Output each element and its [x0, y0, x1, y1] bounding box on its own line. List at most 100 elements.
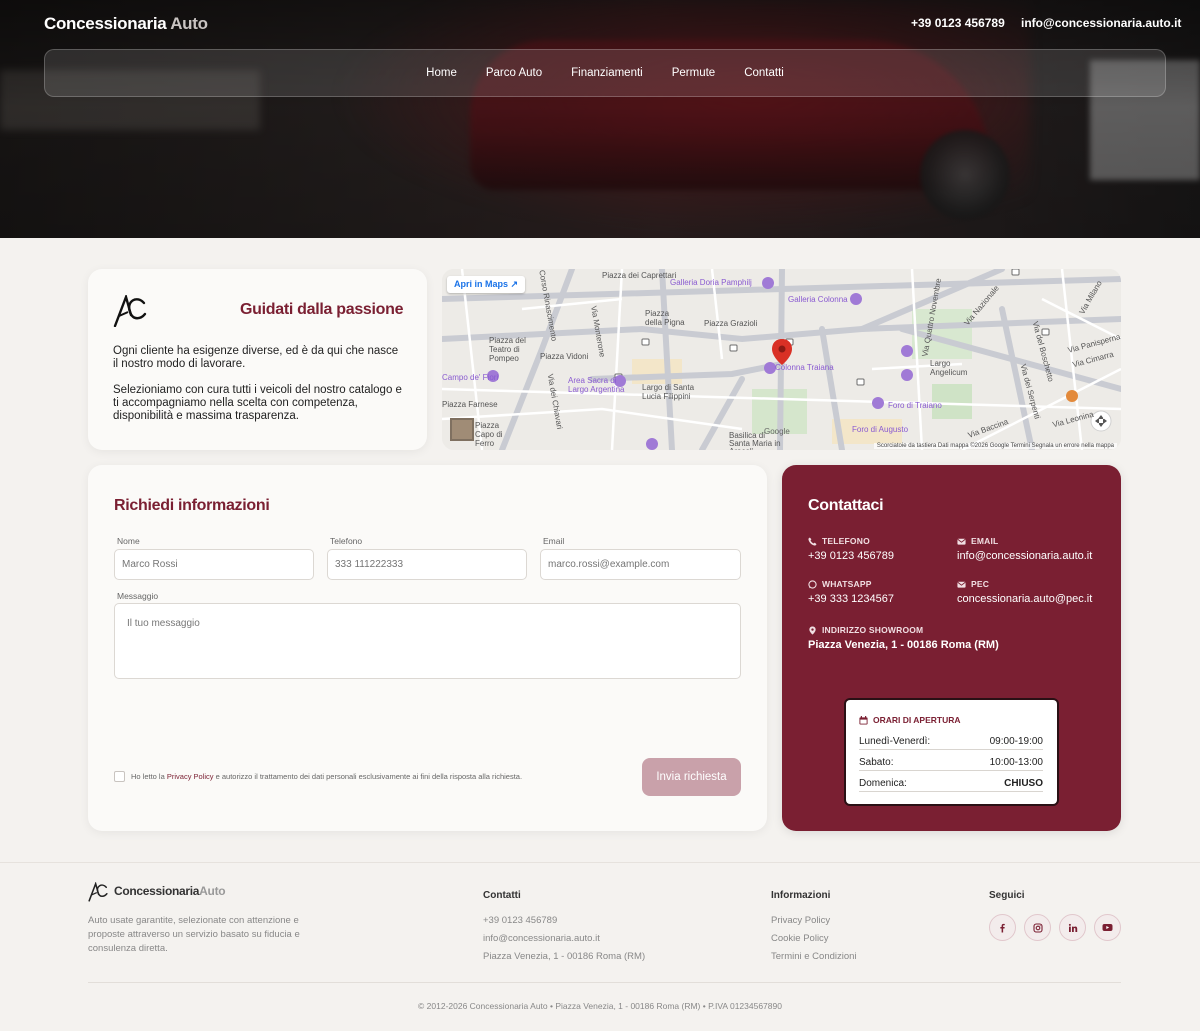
message-textarea[interactable]: Il tuo messaggio — [114, 603, 741, 679]
instagram-icon — [1032, 922, 1043, 933]
map-attribution[interactable]: Scorciatoie da tastiera Dati mappa ©2026… — [873, 443, 1117, 449]
footer-brand[interactable]: ConcessionariaAuto — [114, 884, 226, 898]
footer-phone-link[interactable]: +39 0123 456789 — [483, 915, 557, 926]
hours-day: Sabato: — [859, 757, 894, 768]
contact-title: Contattaci — [808, 497, 884, 514]
calendar-icon — [859, 715, 868, 725]
nav-home[interactable]: Home — [426, 67, 457, 79]
address-label: INDIRIZZO SHOWROOM — [822, 625, 924, 635]
envelope-icon — [957, 538, 966, 545]
email-value[interactable]: info@concessionaria.auto.it — [957, 550, 1092, 562]
brand-main: Concessionaria — [44, 14, 167, 33]
whatsapp-icon — [808, 579, 817, 589]
contact-form-card: Richiedi informazioni Nome Telefono Emai… — [88, 465, 767, 831]
envelope-open-icon — [957, 581, 966, 588]
whatsapp-label: WHATSAPP — [822, 579, 872, 589]
privacy-consent-text: Ho letto la Privacy Policy e autorizzo i… — [131, 772, 522, 781]
map-label: Galleria Colonna — [788, 295, 848, 304]
open-in-maps-button[interactable]: Apri in Maps ↗ — [447, 276, 526, 293]
pec-value[interactable]: concessionaria.auto@pec.it — [957, 593, 1092, 605]
email-input[interactable] — [540, 549, 741, 580]
whatsapp-value[interactable]: +39 333 1234567 — [808, 593, 894, 605]
contact-pec: PEC concessionaria.auto@pec.it — [957, 579, 1092, 605]
map-label: Foro di Augusto — [852, 425, 909, 434]
map-label: Largo di Santa Lucia Filippini — [642, 383, 695, 401]
copyright-text: © 2012-2026 Concessionaria Auto • Piazza… — [418, 1001, 782, 1011]
map-label: Colonna Traiana — [775, 363, 834, 372]
footer-ac-logo-icon — [88, 882, 108, 902]
phone-input[interactable] — [327, 549, 527, 580]
opening-hours-box: ORARI DI APERTURA Lunedì-Venerdì: 09:00-1… — [846, 700, 1057, 804]
main-navigation: Home Parco Auto Finanziamenti Permute Co… — [44, 49, 1166, 97]
youtube-button[interactable] — [1094, 914, 1121, 941]
pec-label: PEC — [971, 579, 990, 589]
privacy-checkbox[interactable] — [114, 771, 125, 782]
hours-time: 09:00-19:00 — [989, 736, 1043, 747]
footer-privacy-link[interactable]: Privacy Policy — [771, 915, 830, 926]
submit-button[interactable]: Invia richiesta — [642, 758, 741, 796]
map-label: Piazza Capo di Ferro — [475, 421, 503, 448]
external-link-icon: ↗ — [510, 279, 519, 289]
name-label: Nome — [117, 536, 140, 546]
footer-description: Auto usate garantite, selezionate con at… — [88, 915, 300, 954]
google-map[interactable]: Apri in Maps ↗ Piazza dei Caprettari Gal… — [442, 269, 1121, 450]
header-email-link[interactable]: info@concessionaria.auto.it — [1021, 16, 1181, 30]
phone-icon — [808, 536, 817, 546]
footer-contacts-title: Contatti — [483, 890, 521, 901]
hours-day: Domenica: — [859, 778, 907, 789]
youtube-icon — [1102, 924, 1113, 931]
hours-time: 10:00-13:00 — [989, 757, 1043, 768]
map-label: Largo Angelicum — [930, 359, 968, 377]
nav-finanziamenti[interactable]: Finanziamenti — [571, 67, 643, 79]
facebook-icon — [1000, 923, 1005, 932]
ac-logo-icon — [113, 295, 147, 327]
intro-title: Guidati dalla passione — [240, 301, 404, 318]
hours-day: Lunedì-Venerdì: — [859, 736, 931, 747]
email-label: EMAIL — [971, 536, 999, 546]
hours-row: Sabato: 10:00-13:00 — [859, 757, 1043, 771]
footer-info-title: Informazioni — [771, 890, 831, 901]
privacy-policy-link[interactable]: Privacy Policy — [167, 772, 214, 781]
nav-contatti[interactable]: Contatti — [744, 67, 784, 79]
instagram-button[interactable] — [1024, 914, 1051, 941]
hours-title: ORARI DI APERTURA — [873, 715, 961, 725]
linkedin-button[interactable] — [1059, 914, 1086, 941]
address-value: Piazza Venezia, 1 - 00186 Roma (RM) — [808, 639, 999, 651]
hours-row: Domenica: CHIUSO — [859, 778, 1043, 792]
hero-banner — [0, 0, 1200, 238]
contact-info-card: Contattaci TELEFONO +39 0123 456789 EMAI… — [782, 465, 1121, 831]
facebook-button[interactable] — [989, 914, 1016, 941]
map-label: Piazza Vidoni — [540, 352, 589, 361]
site-logo[interactable]: Concessionaria Auto — [44, 14, 208, 34]
map-label: Piazza della Pigna — [645, 309, 685, 327]
intro-card: Guidati dalla passione Ogni cliente ha e… — [88, 269, 427, 450]
google-logo: Google — [764, 427, 790, 436]
map-label: Galleria Doria Pamphilj — [670, 278, 752, 287]
header-phone-link[interactable]: +39 0123 456789 — [911, 16, 1005, 30]
intro-paragraph-1: Ogni cliente ha esigenze diverse, ed è d… — [113, 345, 399, 370]
map-label: Piazza del Teatro di Pompeo — [489, 336, 526, 363]
map-label: Piazza Farnese — [442, 400, 498, 409]
hours-time: CHIUSO — [1004, 778, 1043, 789]
footer-email-link[interactable]: info@concessionaria.auto.it — [483, 933, 600, 944]
map-label: Piazza Grazioli — [704, 319, 758, 328]
footer-divider — [0, 862, 1200, 863]
contact-phone: TELEFONO +39 0123 456789 — [808, 536, 894, 562]
phone-value[interactable]: +39 0123 456789 — [808, 550, 894, 562]
nav-permute[interactable]: Permute — [672, 67, 715, 79]
footer-bottom-divider — [88, 982, 1121, 983]
contact-address: INDIRIZZO SHOWROOM Piazza Venezia, 1 - 0… — [808, 625, 999, 651]
footer-address: Piazza Venezia, 1 - 00186 Roma (RM) — [483, 951, 646, 962]
footer-terms-link[interactable]: Termini e Condizioni — [771, 951, 857, 962]
hours-row: Lunedì-Venerdì: 09:00-19:00 — [859, 736, 1043, 750]
brand-accent: Auto — [170, 14, 208, 33]
nav-parco-auto[interactable]: Parco Auto — [486, 67, 542, 79]
map-label: Piazza dei Caprettari — [602, 271, 677, 280]
name-input[interactable] — [114, 549, 314, 580]
contact-whatsapp: WHATSAPP +39 333 1234567 — [808, 579, 894, 605]
map-label: Area Sacra di Largo Argentina — [568, 376, 625, 394]
footer-cookie-link[interactable]: Cookie Policy — [771, 933, 829, 944]
footer-social-title: Seguici — [989, 890, 1025, 901]
hero-overlay — [0, 0, 1200, 238]
form-title: Richiedi informazioni — [114, 497, 270, 514]
